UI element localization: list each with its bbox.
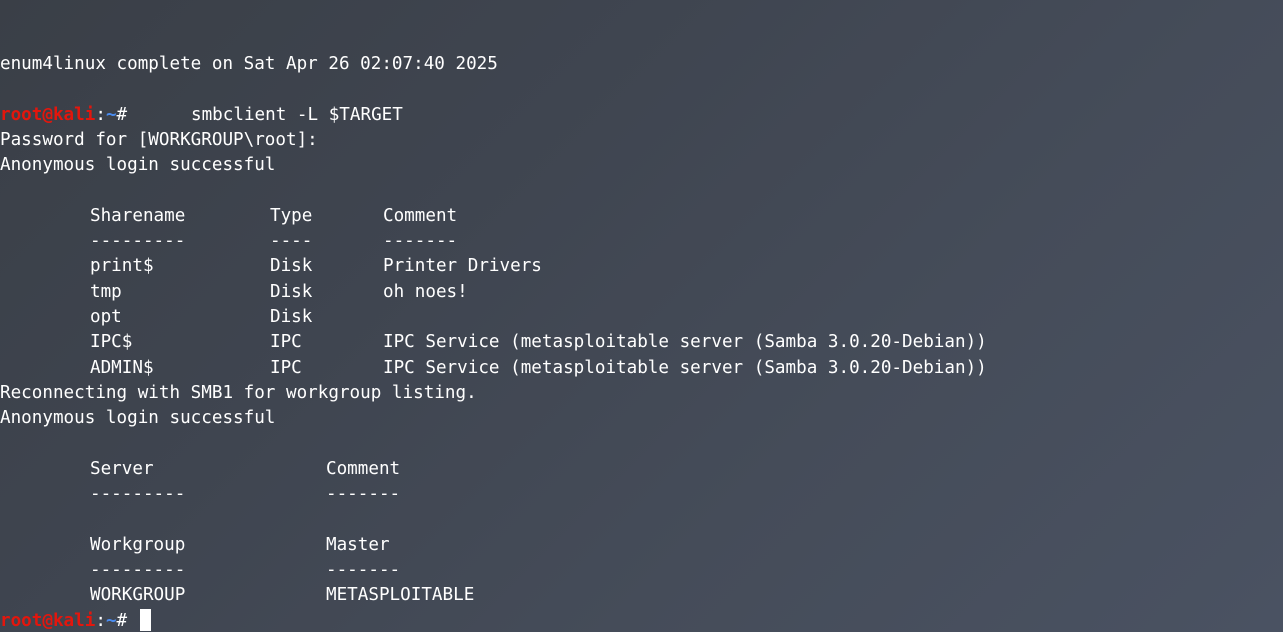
prompt-symbol: # [116, 610, 128, 631]
share-table-header: Sharename Type Comment [0, 204, 1283, 229]
active-prompt-line[interactable]: root@kali:~# [0, 608, 1283, 632]
terminal-output[interactable]: enum4linux complete on Sat Apr 26 02:07:… [0, 52, 1283, 632]
prompt-separator: : [95, 104, 106, 125]
share-type: Disk [270, 281, 313, 302]
share-row: print$ Disk Printer Drivers [0, 254, 1283, 279]
prompt-user-host: root@kali [0, 104, 96, 125]
share-row: opt Disk [0, 305, 1283, 330]
prompt: root@kali:~# [0, 608, 151, 632]
share-table-underline: --------- ---- ------- [90, 231, 458, 252]
command-line: root@kali:~# smbclient -L $TARGET [0, 103, 1283, 128]
command-text: smbclient -L $TARGET [191, 104, 403, 125]
prompt-symbol: # [116, 104, 128, 125]
header-type: Type [270, 205, 313, 226]
workgroup-name: WORKGROUP [90, 585, 186, 606]
header-server: Server [90, 458, 154, 479]
share-comment: Printer Drivers [383, 256, 542, 277]
share-row: tmp Disk oh noes! [0, 280, 1283, 305]
workgroup-table-header: Workgroup Master [0, 533, 1283, 558]
workgroup-row: WORKGROUP METASPLOITABLE [0, 583, 1283, 608]
prompt-path: ~ [105, 610, 117, 631]
completion-line: enum4linux complete on Sat Apr 26 02:07:… [0, 54, 498, 74]
share-type: IPC [270, 357, 302, 378]
text-cursor[interactable] [139, 608, 151, 631]
prompt-separator: : [95, 610, 106, 631]
server-table-header: Server Comment [0, 457, 1283, 482]
share-row: IPC$ IPC IPC Service (metasploitable ser… [0, 330, 1283, 355]
share-comment: IPC Service (metasploitable server (Samb… [383, 357, 987, 378]
share-name: opt [90, 306, 122, 327]
workgroup-master: METASPLOITABLE [326, 585, 475, 606]
workgroup-table-underline: --------- ------- [90, 559, 401, 580]
prompt-path: ~ [105, 104, 117, 125]
share-name: print$ [90, 256, 154, 277]
reconnect-line: Reconnecting with SMB1 for workgroup lis… [0, 382, 477, 403]
header-sharename: Sharename [90, 205, 186, 226]
header-comment: Comment [326, 458, 401, 479]
share-name: IPC$ [90, 332, 133, 353]
anonymous-login-line: Anonymous login successful [0, 408, 276, 429]
share-name: ADMIN$ [90, 357, 154, 378]
server-table-underline: --------- ------- [90, 484, 401, 505]
header-comment: Comment [383, 205, 458, 226]
prompt-user-host: root@kali [0, 610, 96, 631]
share-type: Disk [270, 306, 313, 327]
header-workgroup: Workgroup [90, 534, 186, 555]
share-comment: oh noes! [383, 281, 468, 302]
share-row: ADMIN$ IPC IPC Service (metasploitable s… [0, 356, 1283, 381]
share-comment: IPC Service (metasploitable server (Samb… [383, 332, 987, 353]
anonymous-login-line: Anonymous login successful [0, 155, 276, 176]
header-master: Master [326, 534, 390, 555]
prompt: root@kali:~# [0, 103, 127, 128]
share-type: Disk [270, 256, 313, 277]
share-name: tmp [90, 281, 122, 302]
password-prompt: Password for [WORKGROUP\root]: [0, 129, 318, 150]
share-type: IPC [270, 332, 302, 353]
